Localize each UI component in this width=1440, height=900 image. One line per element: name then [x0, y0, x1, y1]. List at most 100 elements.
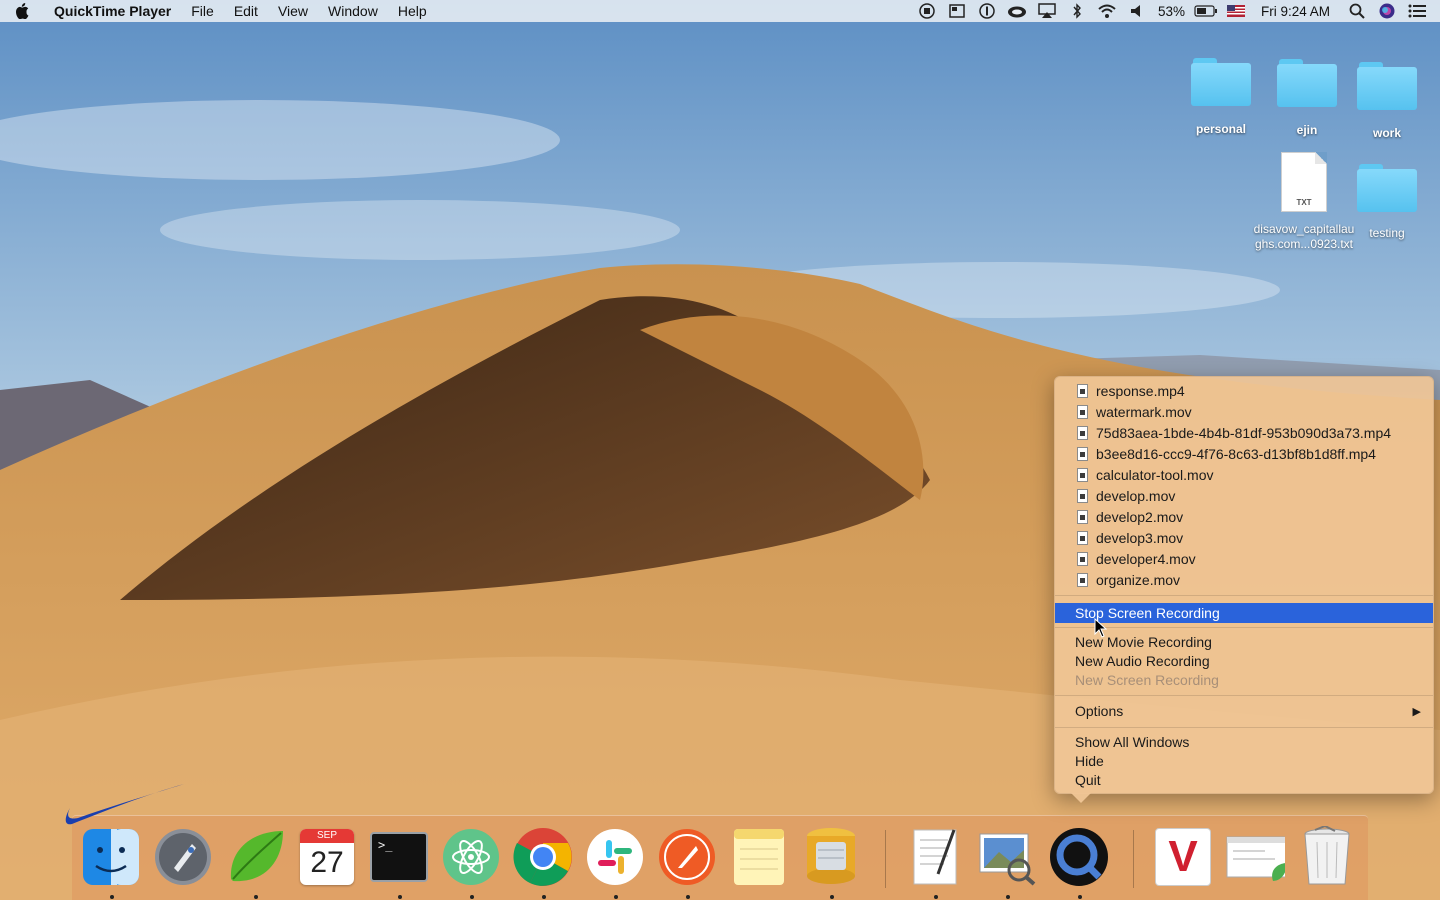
mouse-cursor-icon [1094, 618, 1108, 638]
recent-file-item[interactable]: organize.mov [1077, 570, 1180, 590]
dock-postman[interactable] [657, 826, 717, 888]
swoosh-logo-icon [65, 784, 184, 825]
folder-icon [1357, 164, 1417, 212]
wifi-icon[interactable] [1092, 0, 1122, 22]
dock-preview[interactable] [977, 826, 1037, 888]
dock-vivaldi[interactable]: V [1153, 826, 1213, 888]
view-menu[interactable]: View [268, 0, 318, 22]
trash-icon [1304, 826, 1350, 885]
battery-icon[interactable] [1191, 0, 1221, 22]
movie-file-icon [1077, 552, 1088, 566]
notification-center-icon[interactable] [1402, 0, 1432, 22]
apple-menu-icon[interactable] [0, 3, 44, 19]
movie-file-icon [1077, 510, 1088, 524]
show-all-windows-item[interactable]: Show All Windows [1075, 733, 1189, 752]
menubar-clock[interactable]: Fri 9:24 AM [1251, 4, 1342, 19]
battery-percentage: 53% [1157, 3, 1185, 19]
help-menu[interactable]: Help [388, 0, 437, 22]
menu-pointer [1071, 793, 1091, 803]
text-document-icon: TXT [1281, 152, 1327, 212]
slack-icon [587, 829, 643, 885]
movie-file-icon [1077, 573, 1088, 587]
dock-atom[interactable] [441, 826, 501, 888]
file-menu[interactable]: File [181, 0, 224, 22]
desktop-folder-work[interactable]: work [1332, 62, 1440, 141]
terminal-icon: >_ [370, 832, 428, 882]
us-flag-input-icon[interactable] [1221, 0, 1251, 22]
movie-file-icon [1077, 531, 1088, 545]
atom-icon [443, 829, 499, 885]
movie-file-icon [1077, 468, 1088, 482]
edit-menu[interactable]: Edit [224, 0, 268, 22]
siri-icon[interactable] [1372, 0, 1402, 22]
bluetooth-icon[interactable] [1062, 0, 1092, 22]
notes-icon [734, 829, 784, 885]
recent-file-item[interactable]: 75d83aea-1bde-4b4b-81df-953b090d3a73.mp4 [1077, 423, 1391, 443]
window-menu[interactable]: Window [318, 0, 388, 22]
calendar-icon: SEP 27 [300, 829, 354, 885]
menu-separator [1055, 695, 1433, 696]
dock-finder[interactable] [81, 826, 141, 888]
chrome-icon [513, 828, 572, 886]
app-name-menu[interactable]: QuickTime Player [44, 0, 181, 22]
textedit-icon [913, 829, 957, 885]
submenu-arrow-icon: ▶ [1412, 706, 1421, 718]
movie-file-icon [1077, 489, 1088, 503]
window-manager-icon[interactable] [942, 0, 972, 22]
new-audio-recording-item[interactable]: New Audio Recording [1075, 652, 1210, 671]
recent-file-item[interactable]: calculator-tool.mov [1077, 465, 1214, 485]
hide-item[interactable]: Hide [1075, 752, 1104, 771]
recent-file-item[interactable]: develop3.mov [1077, 528, 1183, 548]
dock: SEP 27 >_ V [72, 815, 1368, 900]
volume-icon[interactable] [1122, 0, 1152, 22]
recent-file-item[interactable]: develop2.mov [1077, 507, 1183, 527]
recent-file-item[interactable]: watermark.mov [1077, 402, 1192, 422]
desktop-icon-label: work [1372, 126, 1401, 140]
recent-file-item[interactable]: developer4.mov [1077, 549, 1196, 569]
folder-icon [1277, 59, 1337, 107]
menu-separator [1055, 627, 1433, 628]
menu-separator [1055, 727, 1433, 728]
dock-terminal[interactable]: >_ [369, 826, 429, 888]
recent-file-item[interactable]: response.mp4 [1077, 381, 1185, 401]
dock-quicktime[interactable] [1049, 826, 1109, 888]
dock-launchpad[interactable] [153, 826, 213, 888]
quicktime-icon [1050, 828, 1108, 886]
movie-file-icon [1077, 426, 1088, 440]
new-screen-recording-item: New Screen Recording [1075, 672, 1219, 688]
dock-slack[interactable] [585, 826, 645, 888]
movie-file-icon [1077, 405, 1088, 419]
dock-notes[interactable] [729, 826, 789, 888]
dock-coda[interactable] [225, 826, 285, 888]
creative-cloud-icon[interactable] [1002, 0, 1032, 22]
onepassword-icon[interactable] [972, 0, 1002, 22]
dock-calendar[interactable]: SEP 27 [297, 826, 357, 888]
screen-recording-stop-icon[interactable] [912, 0, 942, 22]
dock-trash[interactable] [1297, 826, 1357, 888]
quit-item[interactable]: Quit [1075, 771, 1101, 790]
airplay-icon[interactable] [1032, 0, 1062, 22]
dock-textedit[interactable] [905, 826, 965, 888]
desktop-folder-testing[interactable]: testing [1332, 164, 1440, 241]
dock-chrome[interactable] [513, 826, 573, 888]
dock-screenshot-window[interactable] [1225, 826, 1285, 888]
finder-icon [83, 829, 139, 885]
menu-separator [1055, 595, 1433, 596]
folder-icon [1191, 58, 1251, 106]
window-preview-icon [1226, 836, 1285, 881]
dock-sequel-pro[interactable] [801, 826, 861, 888]
desktop-icon-label: testing [1369, 226, 1405, 240]
menu-bar: QuickTime Player File Edit View Window H… [0, 0, 1440, 22]
folder-icon [1357, 62, 1417, 110]
vivaldi-icon: V [1155, 828, 1211, 886]
postman-icon [659, 829, 715, 885]
options-submenu-item[interactable]: Options [1075, 702, 1415, 721]
recent-file-item[interactable]: develop.mov [1077, 486, 1175, 506]
quicktime-dock-menu: response.mp4 watermark.mov 75d83aea-1bde… [1054, 376, 1434, 803]
recent-file-item[interactable]: b3ee8d16-ccc9-4f76-8c63-d13bf8b1d8ff.mp4 [1077, 444, 1376, 464]
rocket-icon [155, 829, 211, 885]
preview-icon [979, 833, 1036, 886]
stop-screen-recording-item[interactable]: Stop Screen Recording [1055, 603, 1433, 623]
database-icon [807, 828, 855, 884]
spotlight-search-icon[interactable] [1342, 0, 1372, 22]
